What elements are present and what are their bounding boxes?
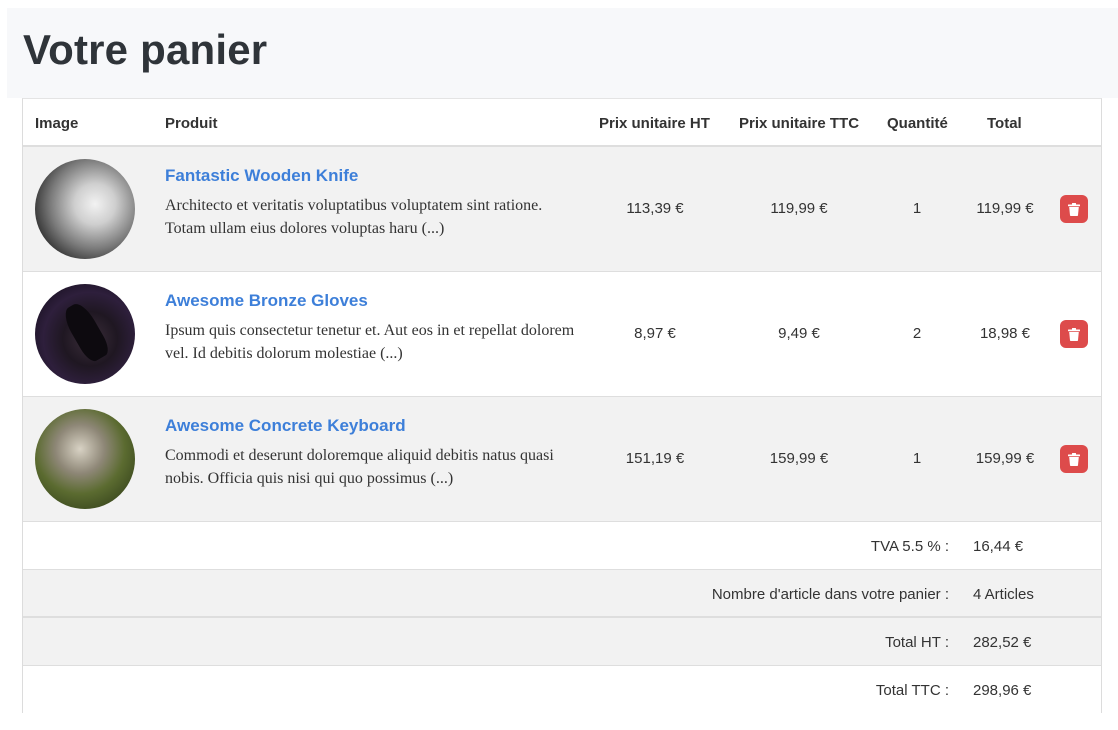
tva-value: 16,44 € [973, 538, 1024, 555]
total-ht-value: 282,52 € [973, 634, 1032, 651]
total-ttc-label: Total TTC : [875, 682, 949, 699]
remove-item-button[interactable] [1060, 320, 1088, 348]
product-name-link[interactable]: Awesome Concrete Keyboard [165, 416, 406, 436]
unit-price-ttc: 159,99 € [769, 450, 829, 467]
header-unit-price-ht: Prix unitaire HT [599, 115, 710, 132]
product-name-link[interactable]: Fantastic Wooden Knife [165, 166, 358, 186]
cart-table: Image Produit Prix unitaire HT Prix unit… [22, 98, 1102, 714]
article-count-label: Nombre d'article dans votre panier : [711, 586, 949, 603]
total-ht-label: Total HT : [885, 634, 949, 651]
trash-icon [1068, 452, 1080, 466]
table-row: Fantastic Wooden Knife Architecto et ver… [23, 147, 1101, 272]
unit-price-ttc: 119,99 € [770, 200, 828, 217]
product-image[interactable] [35, 159, 135, 259]
unit-price-ht: 8,97 € [634, 325, 676, 342]
header-unit-price-ttc: Prix unitaire TTC [739, 115, 860, 132]
summary-count-row: Nombre d'article dans votre panier : 4 A… [23, 570, 1101, 618]
summary-tva-row: TVA 5.5 % : 16,44 € [23, 522, 1101, 570]
quantity: 1 [912, 200, 922, 217]
product-description: Ipsum quis consectetur tenetur et. Aut e… [165, 322, 575, 362]
trash-icon [1068, 202, 1080, 216]
product-image[interactable] [35, 409, 135, 509]
header-total: Total [987, 115, 1022, 132]
trash-icon [1068, 327, 1080, 341]
quantity: 2 [912, 325, 922, 342]
product-name-link[interactable]: Awesome Bronze Gloves [165, 291, 368, 311]
article-count-value: 4 Articles [973, 586, 1034, 603]
remove-item-button[interactable] [1060, 195, 1088, 223]
summary-total-ht-row: Total HT : 282,52 € [23, 618, 1101, 666]
header-product: Produit [165, 115, 218, 132]
remove-item-button[interactable] [1060, 445, 1088, 473]
unit-price-ttc: 9,49 € [778, 325, 820, 342]
row-total: 119,99 € [976, 200, 1034, 217]
table-header: Image Produit Prix unitaire HT Prix unit… [23, 99, 1101, 147]
row-total: 159,99 € [975, 450, 1035, 467]
page-title: Votre panier [23, 26, 268, 73]
page-header: Votre panier [7, 8, 1118, 98]
table-row: Awesome Bronze Gloves Ipsum quis consect… [23, 272, 1101, 397]
header-image: Image [35, 115, 79, 132]
row-total: 18,98 € [979, 325, 1031, 342]
table-row: Awesome Concrete Keyboard Commodi et des… [23, 397, 1101, 522]
total-ttc-value: 298,96 € [973, 682, 1032, 699]
unit-price-ht: 151,19 € [625, 450, 685, 467]
summary-total-ttc-row: Total TTC : 298,96 € [23, 666, 1101, 714]
tva-label: TVA 5.5 % : [870, 538, 949, 555]
header-quantity: Quantité [887, 115, 948, 132]
product-image[interactable] [35, 284, 135, 384]
quantity: 1 [912, 450, 922, 467]
product-description: Architecto et veritatis voluptatibus vol… [165, 197, 543, 237]
unit-price-ht: 113,39 € [626, 200, 684, 217]
product-description: Commodi et deserunt doloremque aliquid d… [165, 447, 554, 487]
